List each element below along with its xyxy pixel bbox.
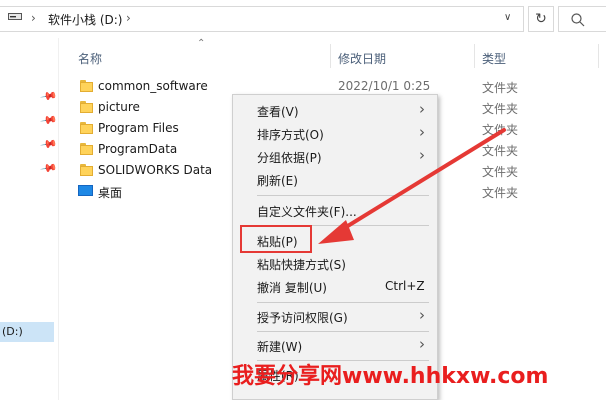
annotation-arrow bbox=[318, 128, 506, 244]
watermark-text: 我要分享网www.hhkxw.com bbox=[232, 364, 549, 389]
